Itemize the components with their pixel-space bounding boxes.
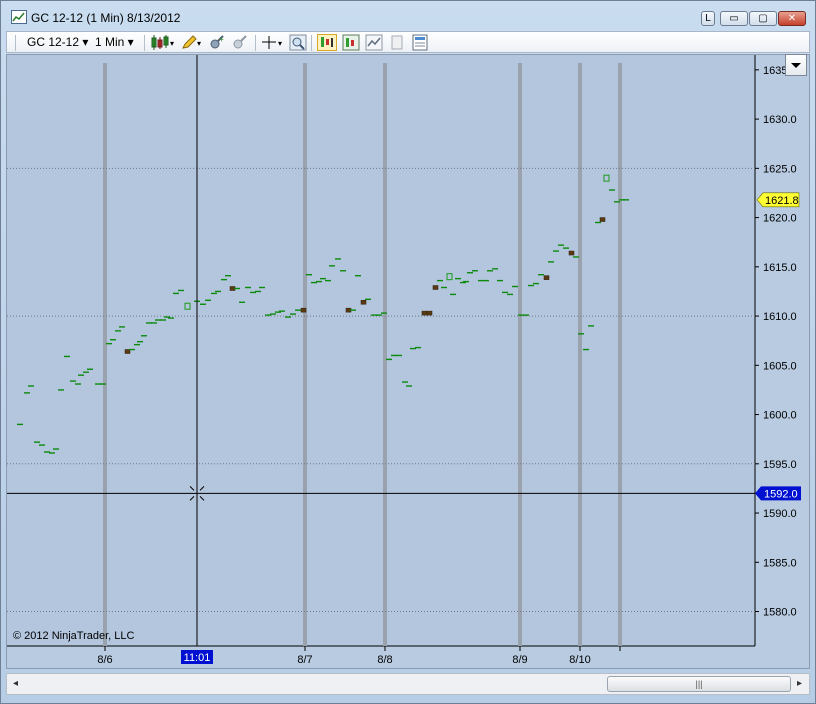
toolbar-grip <box>15 35 16 51</box>
svg-text:▾: ▾ <box>278 39 282 48</box>
remove-indicator-icon[interactable] <box>231 34 249 51</box>
svg-text:▾: ▾ <box>170 39 174 48</box>
dropdown-arrow-icon <box>791 63 801 68</box>
y-tick-label: 1580.0 <box>763 607 797 619</box>
close-button[interactable]: ✕ <box>778 11 806 26</box>
crosshair-time-label: 11:01 <box>184 652 211 664</box>
horizontal-scrollbar[interactable]: ◂ ||| ▸ <box>6 673 810 695</box>
price-bar-down <box>599 217 606 222</box>
add-indicator-icon[interactable]: + <box>208 34 226 51</box>
instrument-selector[interactable]: GC 12-12 ▾ <box>27 35 88 49</box>
pencil-draw-icon[interactable]: ▾ <box>180 34 204 51</box>
session-break-bar <box>103 63 107 646</box>
plot-background[interactable] <box>7 55 755 646</box>
scroll-thumb[interactable]: ||| <box>607 676 791 692</box>
chart-window: GC 12-12 (1 Min) 8/13/2012 L ▭ ▢ ✕ GC 12… <box>0 0 816 704</box>
window-list-icon[interactable] <box>411 34 429 51</box>
session-break-bar <box>518 63 522 646</box>
window-title: GC 12-12 (1 Min) 8/13/2012 <box>31 11 181 25</box>
y-tick-label: 1615.0 <box>763 262 797 274</box>
title-bar[interactable]: GC 12-12 (1 Min) 8/13/2012 L ▭ ▢ ✕ <box>1 1 815 31</box>
strategy-icon[interactable] <box>365 34 383 51</box>
instrument-label: GC 12-12 <box>27 35 80 49</box>
y-tick-label: 1620.0 <box>763 213 797 225</box>
y-tick-label: 1630.0 <box>763 114 797 126</box>
price-bar-down <box>360 300 367 305</box>
y-tick-label: 1625.0 <box>763 163 797 175</box>
svg-text:+: + <box>219 35 224 44</box>
chart-panel[interactable]: 1580.0 1585.0 1590.0 1595.0 1600.0 1605.0 1610… <box>6 54 810 669</box>
chart-toolbar: GC 12-12 ▾ 1 Min ▾ ▾ ▾ + ▾ <box>6 31 810 53</box>
chart-menu-dropdown[interactable] <box>785 54 807 76</box>
session-break-bar <box>383 63 387 646</box>
y-tick-label: 1595.0 <box>763 459 797 471</box>
price-bar-down <box>421 310 428 316</box>
crosshair-icon[interactable]: ▾ <box>261 34 287 51</box>
minimize-button[interactable]: ▭ <box>720 11 748 26</box>
price-bar-down <box>568 250 575 256</box>
interval-selector[interactable]: 1 Min ▾ <box>95 35 134 49</box>
zoom-icon[interactable] <box>289 34 307 51</box>
price-bar-down <box>543 275 550 280</box>
toolbar-separator <box>144 35 145 51</box>
price-bar-down <box>426 310 433 316</box>
chart-trader-icon[interactable] <box>317 34 337 51</box>
last-price-label: 1621.8 <box>765 195 799 207</box>
svg-text:▾: ▾ <box>197 39 201 48</box>
x-tick-label: 8/6 <box>97 654 112 666</box>
y-tick-label: 1610.0 <box>763 311 797 323</box>
toolbar-separator <box>311 35 312 51</box>
chart-app-icon <box>11 10 27 24</box>
y-tick-label: 1605.0 <box>763 360 797 372</box>
link-button[interactable]: L <box>701 11 715 26</box>
x-tick-label: 8/9 <box>512 654 527 666</box>
y-tick-label: 1590.0 <box>763 508 797 520</box>
session-break-bar <box>303 63 307 646</box>
y-tick-label: 1635 <box>763 65 787 77</box>
price-chart[interactable]: 1580.0 1585.0 1590.0 1595.0 1600.0 1605.0 1610… <box>7 55 809 668</box>
y-tick-label: 1600.0 <box>763 410 797 422</box>
price-bar-down <box>432 285 439 290</box>
x-tick-label: 8/10 <box>569 654 590 666</box>
y-tick-label: 1585.0 <box>763 557 797 569</box>
session-break-bar <box>578 63 582 646</box>
copyright-label: © 2012 NinjaTrader, LLC <box>13 630 134 642</box>
crosshair-price-label: 1592.0 <box>764 488 798 500</box>
scroll-right-arrow-icon[interactable]: ▸ <box>797 678 802 689</box>
session-break-bar <box>618 63 622 646</box>
maximize-button[interactable]: ▢ <box>749 11 777 26</box>
scroll-left-arrow-icon[interactable]: ◂ <box>13 678 18 689</box>
properties-icon[interactable] <box>388 34 406 51</box>
x-tick-label: 8/7 <box>297 654 312 666</box>
price-bar-down <box>300 307 307 313</box>
interval-label: 1 Min <box>95 35 125 49</box>
x-tick-label: 8/8 <box>377 654 392 666</box>
toolbar-separator <box>255 35 256 51</box>
data-box-icon[interactable] <box>342 34 360 51</box>
candlestick-style-icon[interactable]: ▾ <box>150 34 176 51</box>
